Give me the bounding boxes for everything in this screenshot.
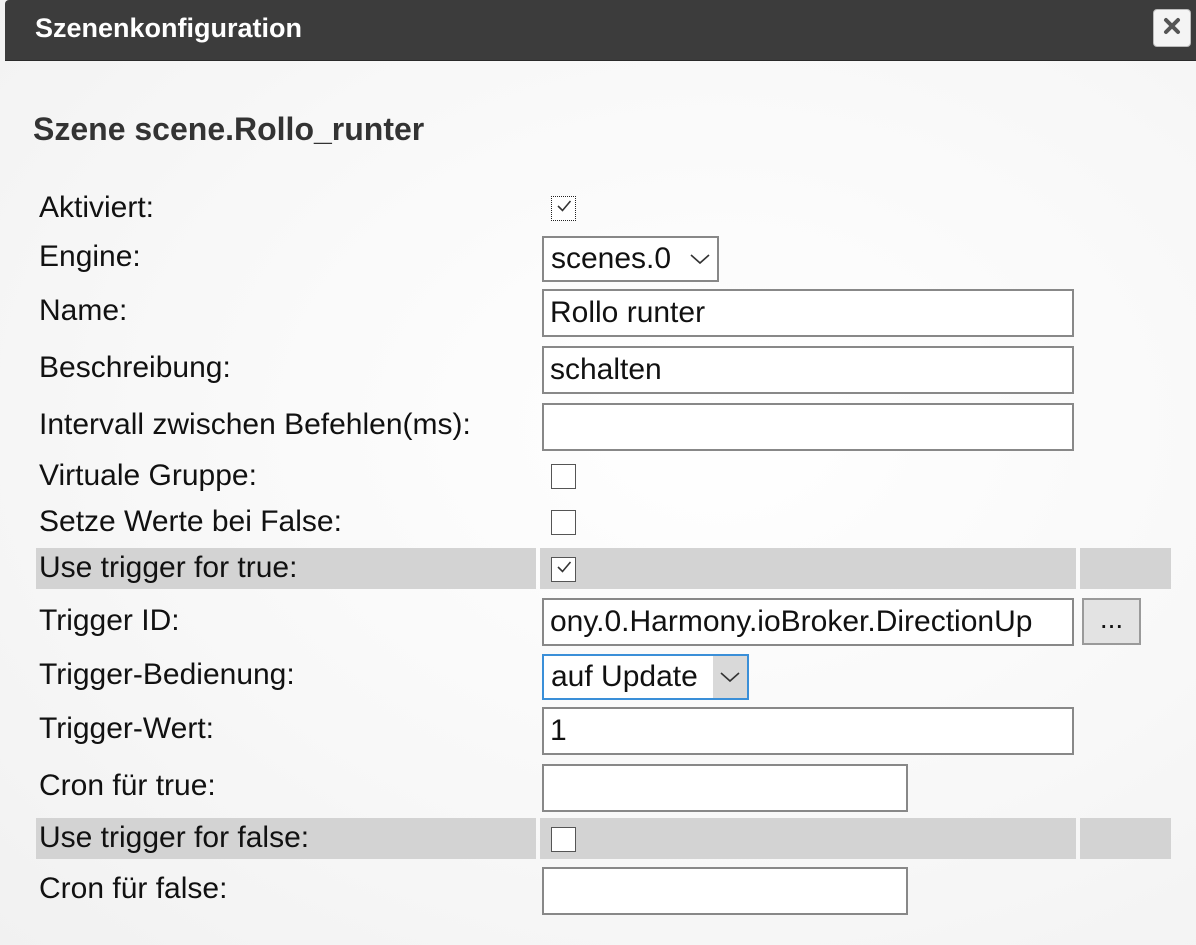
- chevron-down-icon: [713, 656, 747, 698]
- label-intervall: Intervall zwischen Befehlen(ms):: [39, 408, 471, 441]
- checkmark-icon: [554, 196, 574, 221]
- name-field[interactable]: Rollo runter: [542, 289, 1074, 337]
- label-setze-werte: Setze Werte bei False:: [39, 505, 342, 538]
- cron-true-field[interactable]: [542, 764, 908, 812]
- label-beschreibung: Beschreibung:: [39, 351, 231, 384]
- checkmark-icon: [554, 557, 574, 582]
- trigger-wert-field[interactable]: 1: [542, 707, 1074, 755]
- scene-heading: Szene scene.Rollo_runter: [33, 111, 425, 147]
- engine-select-value: scenes.0: [551, 242, 672, 275]
- intervall-field[interactable]: [542, 403, 1074, 451]
- highlight-use-trigger-false-value: [540, 818, 1076, 859]
- cron-false-field[interactable]: [542, 867, 908, 915]
- beschreibung-field[interactable]: schalten: [542, 346, 1074, 394]
- highlight-use-trigger-true-value: [540, 548, 1076, 589]
- label-name: Name:: [39, 294, 128, 327]
- label-engine: Engine:: [39, 240, 141, 273]
- virtuale-gruppe-checkbox[interactable]: [551, 464, 576, 489]
- dialog-title: Szenenkonfiguration: [35, 13, 303, 43]
- label-virtuale-gruppe: Virtuale Gruppe:: [39, 459, 257, 492]
- label-aktiviert: Aktiviert:: [39, 191, 155, 224]
- use-trigger-true-checkbox[interactable]: [551, 557, 576, 582]
- setze-werte-checkbox[interactable]: [551, 510, 576, 535]
- chevron-down-icon: [683, 238, 717, 280]
- label-trigger-id: Trigger ID:: [39, 604, 180, 637]
- label-cron-false: Cron für false:: [39, 872, 228, 905]
- label-trigger-bedienung: Trigger-Bedienung:: [39, 658, 295, 691]
- use-trigger-false-checkbox[interactable]: [551, 827, 576, 852]
- trigger-bedienung-select[interactable]: auf Update: [542, 654, 749, 700]
- close-icon: [1163, 17, 1181, 40]
- label-use-trigger-false: Use trigger for false:: [39, 821, 310, 854]
- engine-select[interactable]: scenes.0: [542, 236, 719, 282]
- label-trigger-wert: Trigger-Wert:: [39, 712, 215, 745]
- highlight-use-trigger-false-extra: [1080, 818, 1171, 859]
- dialog-titlebar: Szenenkonfiguration: [5, 0, 1196, 61]
- aktiviert-checkbox[interactable]: [551, 196, 576, 221]
- browse-trigger-id-button[interactable]: ...: [1082, 598, 1141, 645]
- trigger-bedienung-select-value: auf Update: [551, 660, 698, 693]
- highlight-use-trigger-true-extra: [1080, 548, 1171, 589]
- trigger-id-field[interactable]: ony.0.Harmony.ioBroker.DirectionUp: [542, 598, 1074, 646]
- label-use-trigger-true: Use trigger for true:: [39, 551, 298, 584]
- close-button[interactable]: [1153, 9, 1191, 47]
- label-cron-true: Cron für true:: [39, 769, 216, 802]
